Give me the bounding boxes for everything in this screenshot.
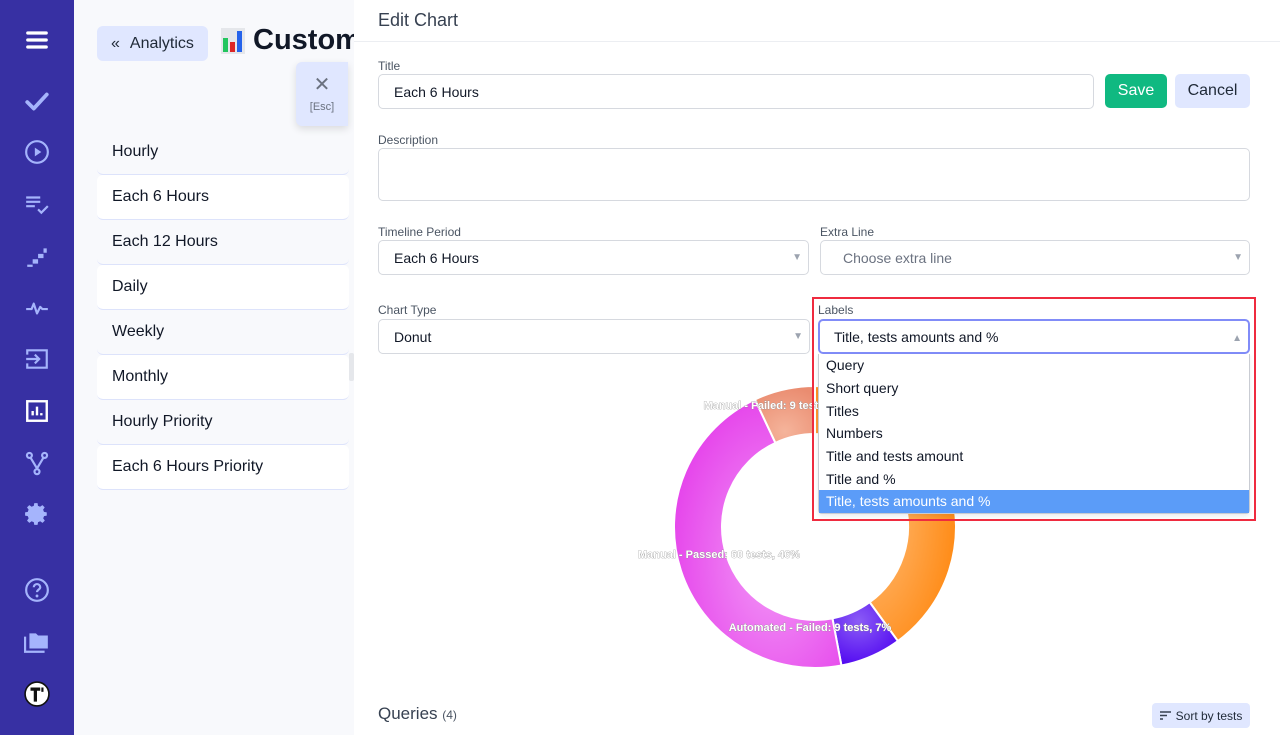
description-label: Description bbox=[378, 133, 439, 147]
queries-label: Queries bbox=[378, 704, 438, 723]
chart-type-select-value: Donut bbox=[394, 328, 432, 345]
page-title-text: Custom bbox=[253, 24, 361, 56]
back-button-label: Analytics bbox=[129, 34, 194, 52]
play-icon[interactable] bbox=[19, 134, 55, 170]
close-icon: ✕ bbox=[313, 74, 331, 96]
back-to-analytics-button[interactable]: « Analytics bbox=[97, 26, 208, 61]
check-icon[interactable] bbox=[19, 83, 55, 119]
extra-line-select[interactable]: Choose extra line ▼ bbox=[820, 240, 1250, 275]
page-title: Custom bbox=[221, 24, 361, 57]
caret-down-icon: ▼ bbox=[793, 331, 803, 342]
donut-slice-label: Automated - Failed: 9 tests, 7% bbox=[729, 622, 892, 634]
chart-list-item[interactable]: Hourly bbox=[97, 130, 349, 175]
chart-list: Hourly Each 6 Hours Each 12 Hours Daily … bbox=[97, 130, 349, 490]
logo-icon[interactable] bbox=[19, 676, 55, 712]
timeline-label: Timeline Period bbox=[378, 225, 461, 239]
help-icon[interactable] bbox=[19, 572, 55, 608]
title-input[interactable]: Each 6 Hours bbox=[378, 74, 1094, 109]
caret-down-icon: ▼ bbox=[792, 252, 802, 263]
extra-line-placeholder: Choose extra line bbox=[843, 249, 952, 266]
timeline-select-value: Each 6 Hours bbox=[394, 249, 479, 266]
save-button[interactable]: Save bbox=[1105, 74, 1167, 108]
timeline-select[interactable]: Each 6 Hours ▼ bbox=[378, 240, 809, 275]
donut-slice-label: Manual - Passed: 60 tests, 46% bbox=[638, 549, 800, 561]
nav-rail bbox=[0, 0, 74, 735]
queries-count: (4) bbox=[442, 708, 457, 722]
chart-type-select[interactable]: Donut ▼ bbox=[378, 319, 810, 354]
description-textarea[interactable] bbox=[378, 148, 1250, 201]
extra-line-label: Extra Line bbox=[820, 225, 875, 239]
chart-list-item[interactable]: Each 12 Hours bbox=[97, 220, 349, 265]
chart-list-item[interactable]: Each 6 Hours Priority bbox=[97, 445, 349, 490]
queries-heading: Queries (4) bbox=[378, 704, 457, 724]
pulse-icon[interactable] bbox=[19, 290, 55, 326]
analytics-icon[interactable] bbox=[19, 393, 55, 429]
folders-icon[interactable] bbox=[19, 624, 55, 660]
sort-icon bbox=[1159, 711, 1171, 720]
sort-button-label: Sort by tests bbox=[1175, 708, 1243, 723]
steps-icon[interactable] bbox=[19, 238, 55, 274]
bar-chart-emoji-icon bbox=[221, 27, 245, 54]
close-edit-button[interactable]: ✕ [Esc] bbox=[296, 62, 348, 126]
chart-list-item[interactable]: Monthly bbox=[97, 355, 349, 400]
chart-list-item[interactable]: Weekly bbox=[97, 310, 349, 355]
charts-list-panel: « Analytics Custom ✕ [Esc] Hourly Each 6… bbox=[74, 0, 361, 735]
branch-icon[interactable] bbox=[19, 445, 55, 481]
annotation-highlight-box bbox=[812, 297, 1256, 521]
title-input-value: Each 6 Hours bbox=[394, 83, 479, 100]
gear-icon[interactable] bbox=[19, 496, 55, 532]
chart-type-label: Chart Type bbox=[378, 303, 437, 317]
chart-list-item[interactable]: Daily bbox=[97, 265, 349, 310]
title-label: Title bbox=[378, 59, 401, 73]
caret-down-icon: ▼ bbox=[1233, 252, 1243, 263]
chart-list-item[interactable]: Hourly Priority bbox=[97, 400, 349, 445]
cancel-button[interactable]: Cancel bbox=[1175, 74, 1250, 108]
close-shortcut-label: [Esc] bbox=[309, 101, 335, 113]
edit-chart-panel: Edit Chart Title Each 6 Hours Save Cance… bbox=[354, 0, 1280, 735]
chart-list-item[interactable]: Each 6 Hours bbox=[97, 175, 349, 220]
import-icon[interactable] bbox=[19, 341, 55, 377]
edit-chart-heading: Edit Chart bbox=[354, 0, 1280, 42]
double-chevron-left-icon: « bbox=[111, 34, 120, 52]
checklist-icon[interactable] bbox=[19, 186, 55, 222]
menu-icon[interactable] bbox=[19, 22, 55, 58]
sort-by-tests-button[interactable]: Sort by tests bbox=[1152, 703, 1250, 728]
